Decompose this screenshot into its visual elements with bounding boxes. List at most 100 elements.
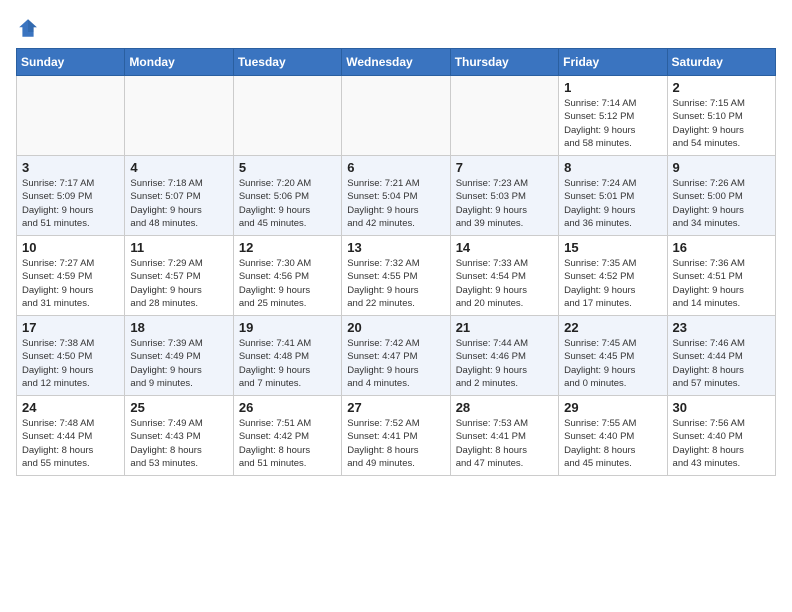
day-detail: Sunrise: 7:38 AM Sunset: 4:50 PM Dayligh… xyxy=(22,337,119,390)
day-number: 10 xyxy=(22,240,119,255)
weekday-header-wednesday: Wednesday xyxy=(342,49,450,76)
calendar-cell: 29 Sunrise: 7:55 AM Sunset: 4:40 PM Dayli… xyxy=(559,396,667,476)
day-number: 23 xyxy=(673,320,770,335)
day-detail: Sunrise: 7:45 AM Sunset: 4:45 PM Dayligh… xyxy=(564,337,661,390)
calendar-cell: 3 Sunrise: 7:17 AM Sunset: 5:09 PM Daylig… xyxy=(17,156,125,236)
weekday-header-tuesday: Tuesday xyxy=(233,49,341,76)
day-number: 9 xyxy=(673,160,770,175)
day-detail: Sunrise: 7:30 AM Sunset: 4:56 PM Dayligh… xyxy=(239,257,336,310)
calendar-cell: 16 Sunrise: 7:36 AM Sunset: 4:51 PM Dayli… xyxy=(667,236,775,316)
logo-icon xyxy=(16,16,40,40)
calendar-cell xyxy=(125,76,233,156)
calendar-cell: 20 Sunrise: 7:42 AM Sunset: 4:47 PM Dayli… xyxy=(342,316,450,396)
day-number: 4 xyxy=(130,160,227,175)
day-detail: Sunrise: 7:56 AM Sunset: 4:40 PM Dayligh… xyxy=(673,417,770,470)
calendar-cell: 26 Sunrise: 7:51 AM Sunset: 4:42 PM Dayli… xyxy=(233,396,341,476)
day-number: 17 xyxy=(22,320,119,335)
day-detail: Sunrise: 7:55 AM Sunset: 4:40 PM Dayligh… xyxy=(564,417,661,470)
calendar-cell: 9 Sunrise: 7:26 AM Sunset: 5:00 PM Daylig… xyxy=(667,156,775,236)
day-number: 11 xyxy=(130,240,227,255)
day-detail: Sunrise: 7:36 AM Sunset: 4:51 PM Dayligh… xyxy=(673,257,770,310)
day-number: 14 xyxy=(456,240,553,255)
calendar-cell: 12 Sunrise: 7:30 AM Sunset: 4:56 PM Dayli… xyxy=(233,236,341,316)
weekday-header-friday: Friday xyxy=(559,49,667,76)
calendar-cell: 25Sunrise: 7:49 AM Sunset: 4:43 PM Dayli… xyxy=(125,396,233,476)
calendar-cell: 19 Sunrise: 7:41 AM Sunset: 4:48 PM Dayli… xyxy=(233,316,341,396)
calendar-cell: 24 Sunrise: 7:48 AM Sunset: 4:44 PM Dayli… xyxy=(17,396,125,476)
calendar-cell xyxy=(450,76,558,156)
calendar-cell: 4 Sunrise: 7:18 AM Sunset: 5:07 PM Daylig… xyxy=(125,156,233,236)
calendar-cell xyxy=(17,76,125,156)
day-detail: Sunrise: 7:17 AM Sunset: 5:09 PM Dayligh… xyxy=(22,177,119,230)
calendar-cell: 10 Sunrise: 7:27 AM Sunset: 4:59 PM Dayli… xyxy=(17,236,125,316)
day-number: 16 xyxy=(673,240,770,255)
calendar-cell: 28Sunrise: 7:53 AM Sunset: 4:41 PM Dayli… xyxy=(450,396,558,476)
calendar-cell: 21 Sunrise: 7:44 AM Sunset: 4:46 PM Dayli… xyxy=(450,316,558,396)
calendar-cell: 27 Sunrise: 7:52 AM Sunset: 4:41 PM Dayli… xyxy=(342,396,450,476)
day-number: 30 xyxy=(673,400,770,415)
day-detail: Sunrise: 7:52 AM Sunset: 4:41 PM Dayligh… xyxy=(347,417,444,470)
day-detail: Sunrise: 7:41 AM Sunset: 4:48 PM Dayligh… xyxy=(239,337,336,390)
calendar-cell: 1Sunrise: 7:14 AM Sunset: 5:12 PM Daylig… xyxy=(559,76,667,156)
calendar-cell: 30 Sunrise: 7:56 AM Sunset: 4:40 PM Dayli… xyxy=(667,396,775,476)
weekday-header-saturday: Saturday xyxy=(667,49,775,76)
day-detail: Sunrise: 7:46 AM Sunset: 4:44 PM Dayligh… xyxy=(673,337,770,390)
day-number: 28 xyxy=(456,400,553,415)
day-detail: Sunrise: 7:51 AM Sunset: 4:42 PM Dayligh… xyxy=(239,417,336,470)
day-detail: Sunrise: 7:14 AM Sunset: 5:12 PM Dayligh… xyxy=(564,97,661,150)
day-detail: Sunrise: 7:21 AM Sunset: 5:04 PM Dayligh… xyxy=(347,177,444,230)
calendar-week-1: 1Sunrise: 7:14 AM Sunset: 5:12 PM Daylig… xyxy=(17,76,776,156)
day-number: 12 xyxy=(239,240,336,255)
calendar-cell: 13Sunrise: 7:32 AM Sunset: 4:55 PM Dayli… xyxy=(342,236,450,316)
day-number: 7 xyxy=(456,160,553,175)
calendar-cell xyxy=(342,76,450,156)
calendar-week-4: 17 Sunrise: 7:38 AM Sunset: 4:50 PM Dayli… xyxy=(17,316,776,396)
calendar-cell: 8Sunrise: 7:24 AM Sunset: 5:01 PM Daylig… xyxy=(559,156,667,236)
calendar-cell: 17 Sunrise: 7:38 AM Sunset: 4:50 PM Dayli… xyxy=(17,316,125,396)
day-detail: Sunrise: 7:35 AM Sunset: 4:52 PM Dayligh… xyxy=(564,257,661,310)
day-number: 21 xyxy=(456,320,553,335)
calendar-cell: 14 Sunrise: 7:33 AM Sunset: 4:54 PM Dayli… xyxy=(450,236,558,316)
day-number: 3 xyxy=(22,160,119,175)
calendar-week-3: 10 Sunrise: 7:27 AM Sunset: 4:59 PM Dayli… xyxy=(17,236,776,316)
calendar-cell: 7 Sunrise: 7:23 AM Sunset: 5:03 PM Daylig… xyxy=(450,156,558,236)
calendar-header: SundayMondayTuesdayWednesdayThursdayFrid… xyxy=(17,49,776,76)
day-detail: Sunrise: 7:23 AM Sunset: 5:03 PM Dayligh… xyxy=(456,177,553,230)
day-number: 5 xyxy=(239,160,336,175)
day-detail: Sunrise: 7:20 AM Sunset: 5:06 PM Dayligh… xyxy=(239,177,336,230)
calendar-cell: 5 Sunrise: 7:20 AM Sunset: 5:06 PM Daylig… xyxy=(233,156,341,236)
calendar-cell: 23 Sunrise: 7:46 AM Sunset: 4:44 PM Dayli… xyxy=(667,316,775,396)
day-detail: Sunrise: 7:39 AM Sunset: 4:49 PM Dayligh… xyxy=(130,337,227,390)
day-detail: Sunrise: 7:29 AM Sunset: 4:57 PM Dayligh… xyxy=(130,257,227,310)
day-detail: Sunrise: 7:42 AM Sunset: 4:47 PM Dayligh… xyxy=(347,337,444,390)
calendar-body: 1Sunrise: 7:14 AM Sunset: 5:12 PM Daylig… xyxy=(17,76,776,476)
day-detail: Sunrise: 7:18 AM Sunset: 5:07 PM Dayligh… xyxy=(130,177,227,230)
day-detail: Sunrise: 7:44 AM Sunset: 4:46 PM Dayligh… xyxy=(456,337,553,390)
day-number: 22 xyxy=(564,320,661,335)
day-number: 15 xyxy=(564,240,661,255)
calendar-cell: 11 Sunrise: 7:29 AM Sunset: 4:57 PM Dayli… xyxy=(125,236,233,316)
day-number: 18 xyxy=(130,320,227,335)
weekday-header-row: SundayMondayTuesdayWednesdayThursdayFrid… xyxy=(17,49,776,76)
page-header xyxy=(16,16,776,40)
day-number: 8 xyxy=(564,160,661,175)
day-number: 2 xyxy=(673,80,770,95)
calendar-cell: 15 Sunrise: 7:35 AM Sunset: 4:52 PM Dayli… xyxy=(559,236,667,316)
day-detail: Sunrise: 7:49 AM Sunset: 4:43 PM Dayligh… xyxy=(130,417,227,470)
day-number: 27 xyxy=(347,400,444,415)
day-detail: Sunrise: 7:48 AM Sunset: 4:44 PM Dayligh… xyxy=(22,417,119,470)
weekday-header-sunday: Sunday xyxy=(17,49,125,76)
calendar-cell: 18 Sunrise: 7:39 AM Sunset: 4:49 PM Dayli… xyxy=(125,316,233,396)
day-detail: Sunrise: 7:33 AM Sunset: 4:54 PM Dayligh… xyxy=(456,257,553,310)
day-number: 26 xyxy=(239,400,336,415)
day-detail: Sunrise: 7:27 AM Sunset: 4:59 PM Dayligh… xyxy=(22,257,119,310)
day-number: 24 xyxy=(22,400,119,415)
day-number: 19 xyxy=(239,320,336,335)
day-number: 29 xyxy=(564,400,661,415)
day-number: 6 xyxy=(347,160,444,175)
calendar-cell: 6 Sunrise: 7:21 AM Sunset: 5:04 PM Daylig… xyxy=(342,156,450,236)
calendar-cell: 22 Sunrise: 7:45 AM Sunset: 4:45 PM Dayli… xyxy=(559,316,667,396)
day-number: 20 xyxy=(347,320,444,335)
calendar-week-2: 3 Sunrise: 7:17 AM Sunset: 5:09 PM Daylig… xyxy=(17,156,776,236)
day-detail: Sunrise: 7:26 AM Sunset: 5:00 PM Dayligh… xyxy=(673,177,770,230)
